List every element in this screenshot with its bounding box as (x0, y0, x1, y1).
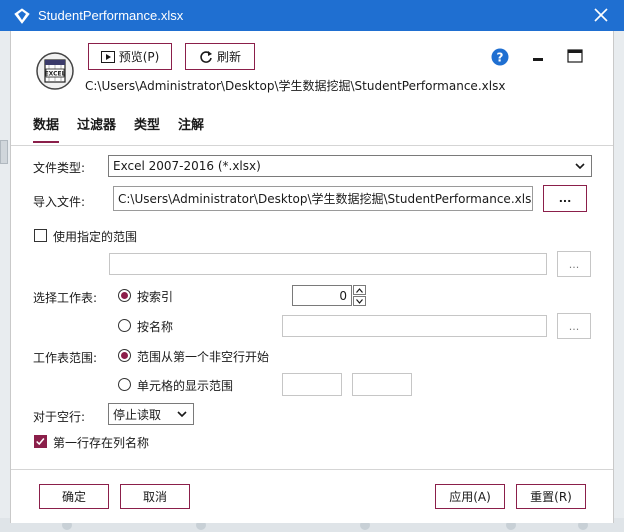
tab-types[interactable]: 类型 (134, 114, 160, 143)
import-file-label: 导入文件: (33, 195, 86, 209)
svg-text:EXCEL: EXCEL (45, 71, 66, 78)
refresh-button[interactable]: 刷新 (185, 43, 255, 70)
minimize-icon[interactable] (531, 49, 545, 63)
apply-button[interactable]: 应用(A) (435, 484, 505, 509)
preview-button[interactable]: 预览(P) (88, 43, 172, 70)
chevron-down-icon (177, 411, 187, 417)
tab-data[interactable]: 数据 (33, 114, 60, 143)
blank-rows-value: 停止读取 (113, 407, 162, 422)
help-icon[interactable]: ? (491, 48, 509, 66)
refresh-button-label: 刷新 (216, 50, 241, 64)
ok-button[interactable]: 确定 (39, 484, 109, 509)
first-nonblank-radio[interactable] (118, 349, 131, 362)
chevron-up-icon (356, 288, 363, 293)
checkmark-icon (36, 438, 45, 446)
by-name-label: 按名称 (137, 320, 174, 334)
file-path: C:\Users\Administrator\Desktop\学生数据挖掘\St… (85, 79, 506, 93)
use-range-checkbox[interactable] (34, 229, 47, 242)
excel-source-icon: EXCEL (36, 52, 74, 90)
cell-range-label: 单元格的显示范围 (137, 379, 234, 393)
chevron-down-icon (356, 299, 363, 304)
chevron-down-icon (575, 163, 585, 169)
background-app-right (614, 31, 624, 532)
blank-rows-select[interactable]: 停止读取 (108, 403, 194, 425)
tab-filter[interactable]: 过滤器 (77, 114, 116, 143)
sheet-name-browse-button[interactable]: ... (557, 313, 591, 339)
sheet-name-input[interactable] (282, 315, 547, 337)
tab-divider (11, 145, 613, 146)
browse-file-button[interactable]: ... (543, 185, 587, 212)
refresh-icon (200, 50, 212, 63)
preview-button-label: 预览(P) (118, 50, 160, 64)
stepper-down-button[interactable] (353, 296, 366, 306)
tab-annotations[interactable]: 注解 (178, 114, 204, 143)
excel-source-dialog: EXCEL 预览(P) 刷新 C:\Users\Administrator\De… (10, 31, 614, 523)
blank-rows-label: 对于空行: (33, 410, 86, 424)
stepper-up-button[interactable] (353, 285, 366, 295)
range-start-input[interactable] (282, 373, 342, 396)
file-type-select[interactable]: Excel 2007-2016 (*.xlsx) (108, 155, 592, 177)
cancel-button[interactable]: 取消 (120, 484, 190, 509)
background-app-left (0, 31, 10, 532)
background-app-node (0, 140, 8, 164)
first-row-names-label: 第一行存在列名称 (53, 436, 150, 450)
first-row-names-checkbox[interactable] (34, 435, 47, 448)
sheet-index-input[interactable]: 0 (292, 285, 352, 306)
tab-bar: 数据 过滤器 类型 注解 (33, 114, 222, 143)
by-index-radio[interactable] (118, 289, 131, 302)
window-title: StudentPerformance.xlsx (38, 8, 184, 23)
reset-button[interactable]: 重置(R) (516, 484, 586, 509)
play-icon (100, 50, 115, 63)
use-range-label: 使用指定的范围 (53, 230, 138, 244)
by-name-radio[interactable] (118, 319, 131, 332)
by-index-label: 按索引 (137, 290, 174, 304)
range-input[interactable] (109, 253, 547, 275)
app-diamond-icon (14, 7, 30, 24)
sheet-range-label: 工作表范围: (33, 351, 98, 365)
file-type-label: 文件类型: (33, 161, 86, 175)
select-sheet-label: 选择工作表: (33, 291, 98, 305)
close-icon[interactable] (592, 6, 610, 24)
file-type-value: Excel 2007-2016 (*.xlsx) (113, 159, 261, 173)
cell-range-radio[interactable] (118, 378, 131, 391)
svg-text:?: ? (497, 51, 504, 65)
range-browse-button[interactable]: ... (557, 251, 591, 277)
maximize-icon[interactable] (567, 48, 583, 64)
range-end-input[interactable] (352, 373, 412, 396)
sheet-index-stepper[interactable] (353, 285, 366, 306)
window-titlebar[interactable]: StudentPerformance.xlsx (0, 0, 624, 31)
footer-divider (11, 469, 613, 470)
import-file-input[interactable]: C:\Users\Administrator\Desktop\学生数据挖掘\St… (113, 186, 533, 211)
first-nonblank-label: 范围从第一个非空行开始 (137, 350, 270, 364)
